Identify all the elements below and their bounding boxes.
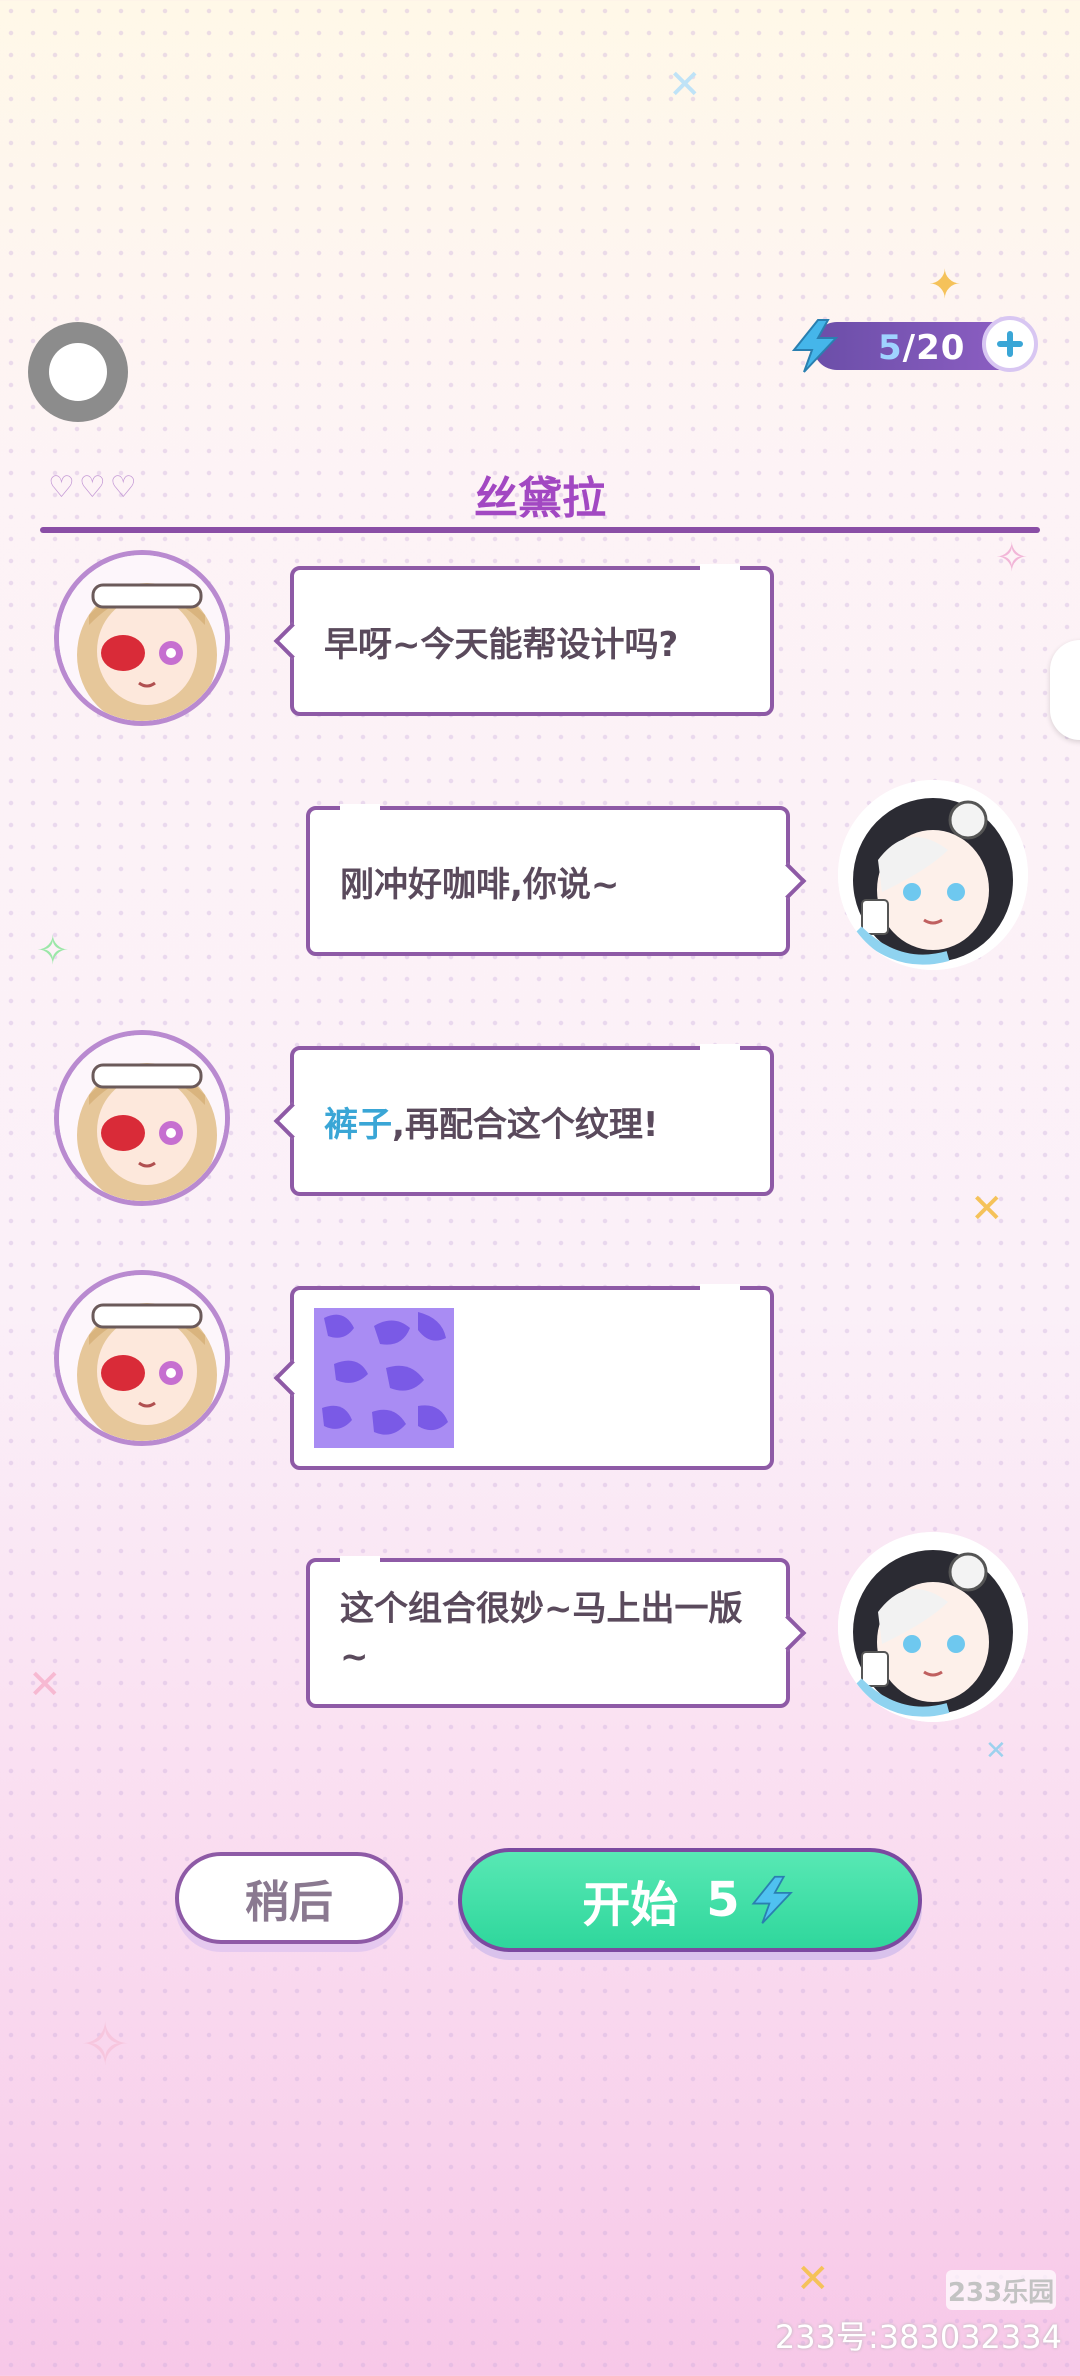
chat-bubble-left: 裤子,再配合这个纹理!: [273, 1044, 774, 1196]
bubble-notch: [700, 564, 740, 572]
energy-max: /20: [902, 328, 966, 368]
bubble-tail: [769, 862, 807, 900]
message-text: 刚冲好咖啡,你说~: [340, 864, 620, 905]
sparkle-icon: ✦: [928, 262, 962, 308]
bubble-notch: [340, 1556, 380, 1564]
watermark-logo: 233乐园: [946, 2270, 1056, 2310]
player-avatar: [838, 1532, 1028, 1722]
message-text: 裤子,再配合这个纹理!: [324, 1097, 658, 1146]
message-text: 早呀~今天能帮设计吗?: [324, 624, 679, 665]
chat-bubble-right: 这个组合很妙~马上出一版~: [306, 1556, 807, 1708]
bubble-notch: [700, 1284, 740, 1292]
bubble-tail: [273, 1359, 311, 1397]
bubble-tail: [273, 1102, 311, 1140]
record-button-inner: [49, 343, 107, 401]
start-button[interactable]: 开始 5: [458, 1848, 922, 1952]
later-button[interactable]: 稍后: [175, 1852, 403, 1944]
add-energy-button[interactable]: [982, 316, 1038, 372]
sparkle-icon: ✧: [995, 535, 1029, 581]
stella-avatar: [54, 1030, 230, 1206]
bubble-notch: [340, 804, 380, 812]
message-text: 这个组合很妙~马上出一版~: [340, 1589, 743, 1677]
bubble-tail: [273, 622, 311, 660]
chat-bubble-right: 刚冲好咖啡,你说~: [306, 804, 807, 956]
sparkle-icon: ✕: [796, 2256, 830, 2302]
title-divider: [40, 527, 1040, 533]
highlight-keyword: 裤子: [324, 1104, 392, 1145]
texture-swatch[interactable]: [314, 1308, 454, 1448]
sparkle-icon: ✕: [668, 62, 702, 108]
start-cost: 5: [706, 1872, 740, 1928]
bubble-tail: [769, 1614, 807, 1652]
stella-avatar: [54, 550, 230, 726]
watermark-text: 233号:383032334: [774, 2318, 1062, 2356]
record-button[interactable]: [28, 322, 128, 422]
energy-current: 5: [878, 328, 903, 368]
side-tab-button[interactable]: [1050, 640, 1080, 740]
energy-counter: 5/20: [788, 316, 1038, 374]
lightning-icon: [751, 1875, 793, 1924]
message-text-rest: ,再配合这个纹理!: [392, 1104, 659, 1145]
sparkle-icon: ✕: [28, 1662, 62, 1708]
plus-icon: [997, 331, 1023, 357]
chat-bubble-left: [273, 1284, 774, 1470]
player-avatar: [838, 780, 1028, 970]
sparkle-icon: ✕: [970, 1186, 1004, 1232]
chat-title: 丝黛拉: [474, 473, 606, 524]
sparkle-icon: ✧: [80, 2010, 131, 2080]
stella-avatar: [54, 1270, 230, 1446]
lightning-icon: [791, 319, 839, 373]
bubble-notch: [700, 1044, 740, 1052]
sparkle-icon: ✧: [36, 928, 70, 974]
start-label: 开始: [582, 1877, 679, 1933]
chat-bubble-left: 早呀~今天能帮设计吗?: [273, 564, 774, 716]
energy-count: 5/20: [878, 328, 965, 368]
sparkle-icon: ✕: [985, 1736, 1007, 1766]
